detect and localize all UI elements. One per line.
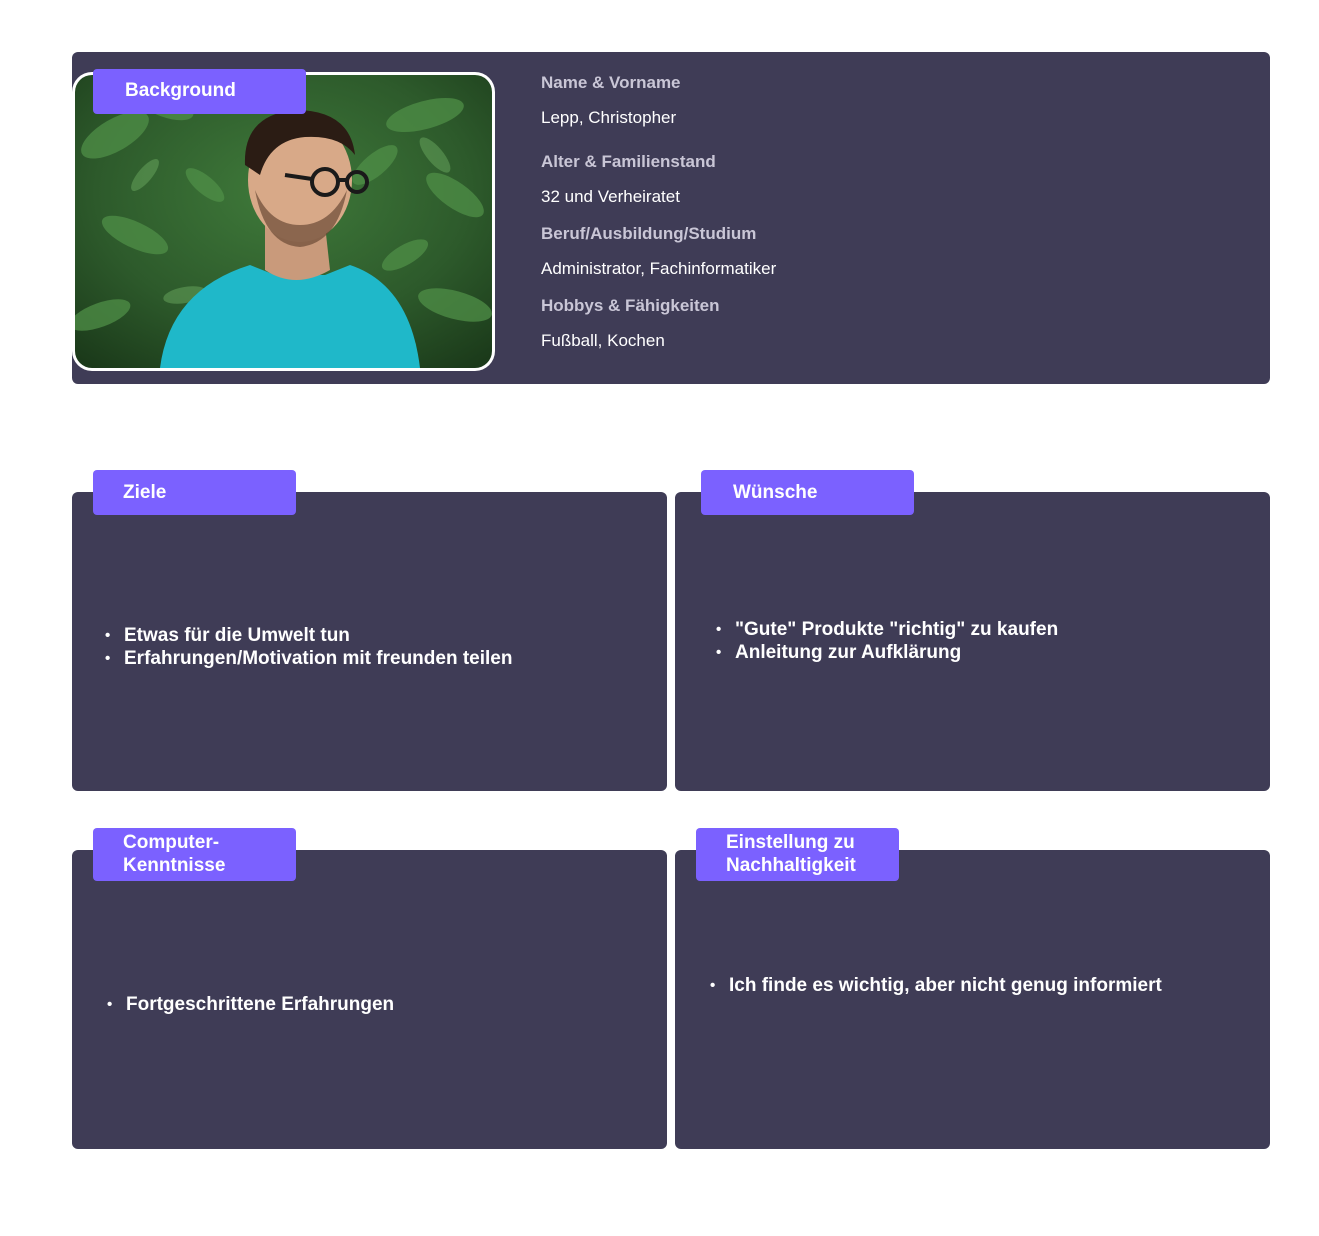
- tab-computer-label-line2: Kenntnisse: [123, 855, 226, 876]
- ziele-list: • Etwas für die Umwelt tun • Erfahrungen/M…: [105, 624, 512, 670]
- list-item: • Ich finde es wichtig, aber nicht genug …: [710, 975, 1162, 996]
- list-item: • "Gute" Produkte "richtig" zu kaufen: [716, 619, 1059, 640]
- list-item: • Anleitung zur Aufklärung: [716, 642, 962, 663]
- tab-background: Background: [93, 69, 306, 114]
- tab-ziele-label: Ziele: [123, 482, 167, 503]
- tab-computer: Computer- Kenntnisse: [93, 828, 296, 881]
- tab-computer-label-line1: Computer-: [123, 832, 220, 853]
- nachhaltigkeit-panel: [675, 850, 1270, 1149]
- tab-nachhaltigkeit-label-line2: Nachhaltigkeit: [726, 855, 856, 876]
- list-item: • Erfahrungen/Motivation mit freunden tei…: [105, 648, 513, 669]
- field-value-job: Administrator, Fachinformatiker: [541, 259, 777, 278]
- tab-wuensche: Wünsche: [701, 470, 914, 515]
- profile-photo-frame: [72, 72, 495, 371]
- nachhaltigkeit-list: • Ich finde es wichtig, aber nicht genug …: [710, 974, 1162, 997]
- field-label-age: Alter & Familienstand: [541, 152, 716, 171]
- field-label-name: Name & Vorname: [541, 73, 681, 92]
- field-value-name: Lepp, Christopher: [541, 108, 677, 127]
- computer-list: • Fortgeschrittene Erfahrungen: [107, 993, 394, 1016]
- field-label-hobbies: Hobbys & Fähigkeiten: [541, 296, 720, 315]
- tab-background-label: Background: [125, 80, 236, 101]
- tab-wuensche-label: Wünsche: [733, 482, 818, 503]
- field-value-age: 32 und Verheiratet: [541, 187, 680, 206]
- list-item: • Fortgeschrittene Erfahrungen: [107, 994, 395, 1015]
- portrait-photo: [75, 75, 492, 368]
- tab-ziele: Ziele: [93, 470, 296, 515]
- tab-nachhaltigkeit: Einstellung zu Nachhaltigkeit: [696, 828, 899, 881]
- field-value-hobbies: Fußball, Kochen: [541, 331, 665, 350]
- field-label-job: Beruf/Ausbildung/Studium: [541, 224, 757, 243]
- wuensche-list: • "Gute" Produkte "richtig" zu kaufen • An…: [716, 618, 1058, 664]
- list-item: • Etwas für die Umwelt tun: [105, 625, 350, 646]
- tab-nachhaltigkeit-label-line1: Einstellung zu: [726, 832, 855, 853]
